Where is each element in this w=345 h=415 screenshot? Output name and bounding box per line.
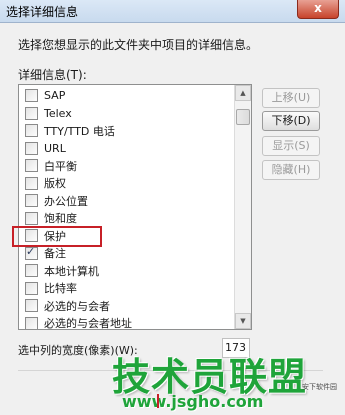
list-item[interactable]: 保护 xyxy=(19,227,233,245)
list-item-label: 必选的与会者地址 xyxy=(44,317,132,330)
hide-button[interactable]: 隐藏(H) xyxy=(262,160,320,180)
checkbox[interactable] xyxy=(25,176,38,190)
list-item-label: TTY/TTD 电话 xyxy=(44,124,115,138)
list-item-label: 比特率 xyxy=(44,282,77,296)
choose-details-dialog: 选择详细信息 x 选择您想显示的此文件夹中项目的详细信息。 详细信息(T): S… xyxy=(0,0,345,415)
list-item[interactable]: URL xyxy=(19,140,233,158)
list-item-label: 饱和度 xyxy=(44,212,77,226)
checkbox[interactable] xyxy=(25,281,38,295)
window-title: 选择详细信息 xyxy=(6,5,79,19)
close-button[interactable]: x xyxy=(297,0,339,19)
checkbox[interactable] xyxy=(25,264,38,278)
list-item-label: SAP xyxy=(44,89,66,103)
checkbox[interactable] xyxy=(25,89,38,103)
list-item[interactable]: TTY/TTD 电话 xyxy=(19,122,233,140)
checkbox[interactable] xyxy=(25,229,38,243)
list-item[interactable]: 本地计算机 xyxy=(19,262,233,280)
details-listbox[interactable]: SAP Telex TTY/TTD 电话 URL 白平衡版权办公位置饱和度保护 ✓ 备注本地… xyxy=(18,84,252,330)
checkbox[interactable] xyxy=(25,211,38,225)
details-label: 详细信息(T): xyxy=(18,68,87,82)
title-bar: 选择详细信息 x xyxy=(0,0,345,23)
list-item-label: 必选的与会者 xyxy=(44,299,110,313)
scroll-down-arrow-icon[interactable]: ▼ xyxy=(235,313,251,329)
list-item[interactable]: 比特率 xyxy=(19,280,233,298)
list-item-label: 保护 xyxy=(44,229,66,243)
checkbox[interactable] xyxy=(25,124,38,138)
checkbox[interactable] xyxy=(25,299,38,313)
list-item-label: URL xyxy=(44,141,66,155)
list-item-label: 办公位置 xyxy=(44,194,88,208)
checkbox[interactable] xyxy=(25,194,38,208)
checkbox[interactable] xyxy=(25,141,38,155)
list-item[interactable]: SAP xyxy=(19,87,233,105)
move-up-button[interactable]: 上移(U) xyxy=(262,88,320,108)
scroll-up-arrow-icon[interactable]: ▲ xyxy=(235,85,251,101)
watermark: 技术员联盟 www.jsgho.com 安下软件园 xyxy=(112,346,342,412)
checkmark-icon: ✓ xyxy=(26,244,36,258)
watermark-url: www.jsgho.com xyxy=(122,392,264,411)
red-annotation-mark xyxy=(157,394,159,408)
scroll-thumb[interactable] xyxy=(236,109,250,125)
checkbox[interactable]: ✓ xyxy=(25,244,38,260)
checkbox[interactable] xyxy=(25,316,38,329)
list-item[interactable]: 必选的与会者地址 xyxy=(19,315,233,330)
watermark-small-text: 安下软件园 xyxy=(302,383,337,391)
checkbox[interactable] xyxy=(25,106,38,120)
list-item-label: Telex xyxy=(44,106,72,120)
list-item-label: 版权 xyxy=(44,177,66,191)
list-item[interactable]: ✓ 备注 xyxy=(19,245,233,263)
checkbox[interactable] xyxy=(25,159,38,173)
list-item[interactable]: 饱和度 xyxy=(19,210,233,228)
list-scrollbar[interactable]: ▲ ▼ xyxy=(234,85,251,329)
details-list: SAP Telex TTY/TTD 电话 URL 白平衡版权办公位置饱和度保护 ✓ 备注本地… xyxy=(19,87,233,330)
list-item-label: 白平衡 xyxy=(44,159,77,173)
list-item[interactable]: 白平衡 xyxy=(19,157,233,175)
list-item[interactable]: Telex xyxy=(19,105,233,123)
list-item[interactable]: 必选的与会者 xyxy=(19,297,233,315)
list-item[interactable]: 办公位置 xyxy=(19,192,233,210)
list-item-label: 备注 xyxy=(44,247,66,261)
list-item-label: 本地计算机 xyxy=(44,264,99,278)
move-down-button[interactable]: 下移(D) xyxy=(262,111,320,131)
show-button[interactable]: 显示(S) xyxy=(262,136,320,156)
instruction-text: 选择您想显示的此文件夹中项目的详细信息。 xyxy=(18,38,259,52)
list-item[interactable]: 版权 xyxy=(19,175,233,193)
